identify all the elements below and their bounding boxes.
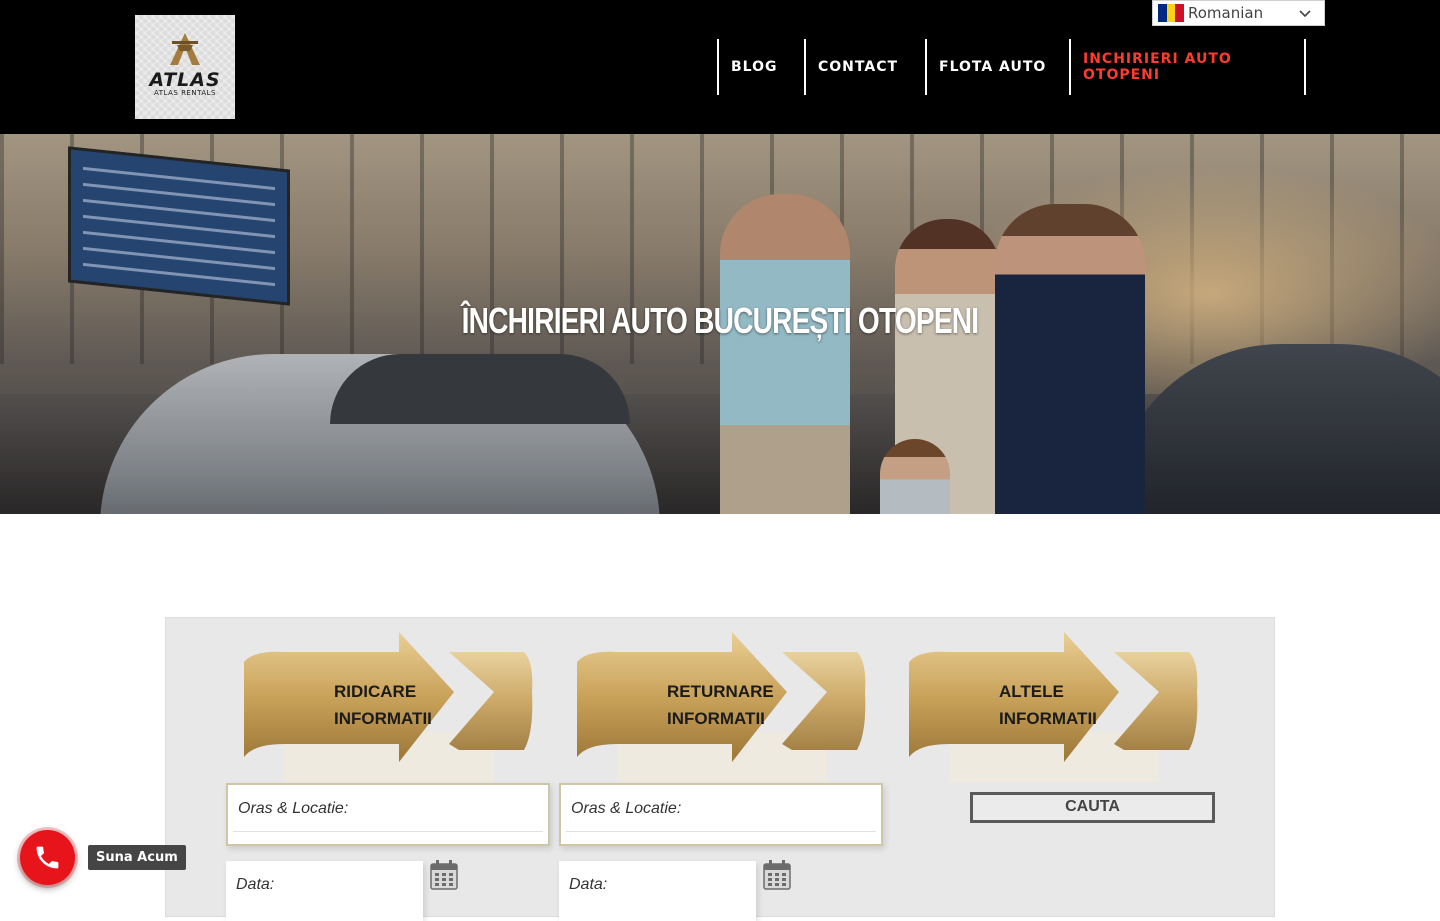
chevron-down-icon bbox=[1299, 10, 1311, 18]
nav-item-contact[interactable]: CONTACT bbox=[804, 39, 926, 95]
return-heading-line2: INFORMATII bbox=[667, 709, 765, 728]
hero-banner: ÎNCHIRIERI AUTO BUCUREȘTI OTOPENI bbox=[0, 134, 1440, 514]
search-button[interactable]: CAUTA bbox=[970, 792, 1215, 823]
pickup-heading-line2: INFORMATII bbox=[334, 709, 432, 728]
hero-title: ÎNCHIRIERI AUTO BUCUREȘTI OTOPENI bbox=[461, 300, 979, 341]
calendar-icon[interactable] bbox=[430, 860, 458, 890]
field-underline bbox=[233, 831, 543, 832]
phone-icon bbox=[36, 846, 59, 869]
pickup-info-ribbon: RIDICARE INFORMATII bbox=[244, 632, 544, 784]
pickup-date-field[interactable]: Data: bbox=[226, 861, 423, 921]
nav-item-inchirieri-auto-otopeni[interactable]: INCHIRIERI AUTO OTOPENI bbox=[1069, 39, 1306, 95]
logo-name: ATLAS bbox=[149, 69, 221, 91]
field-underline bbox=[566, 831, 876, 832]
calendar-icon[interactable] bbox=[763, 860, 791, 890]
nav-item-flota-auto[interactable]: FLOTA AUTO bbox=[925, 39, 1070, 95]
nav-item-blog[interactable]: BLOG bbox=[717, 39, 805, 95]
logo-subtitle: ATLAS RENTALS bbox=[154, 89, 216, 97]
call-now-label[interactable]: Suna Acum bbox=[88, 845, 186, 870]
atlas-logo[interactable]: ATLAS ATLAS RENTALS bbox=[135, 15, 235, 119]
return-heading-line1: RETURNARE bbox=[667, 682, 774, 701]
return-info-ribbon: RETURNARE INFORMATII bbox=[577, 632, 877, 784]
pickup-date-placeholder: Data: bbox=[236, 876, 275, 893]
other-info-ribbon: ALTELE INFORMATII bbox=[909, 632, 1209, 784]
return-location-field[interactable]: Oras & Locatie: bbox=[559, 783, 883, 846]
pickup-location-placeholder: Oras & Locatie: bbox=[238, 800, 349, 817]
return-location-placeholder: Oras & Locatie: bbox=[571, 800, 682, 817]
return-date-placeholder: Data: bbox=[569, 876, 608, 893]
pickup-location-field[interactable]: Oras & Locatie: bbox=[226, 783, 550, 846]
romania-flag-icon bbox=[1158, 4, 1185, 22]
booking-widget: RIDICARE INFORMATII RETURNARE INFORMATII bbox=[165, 617, 1275, 921]
call-now-button[interactable] bbox=[20, 830, 75, 885]
language-selector[interactable]: Romanian bbox=[1152, 0, 1325, 26]
pickup-heading-line1: RIDICARE bbox=[334, 682, 417, 701]
other-heading-line2: INFORMATII bbox=[999, 709, 1097, 728]
logo-mark-icon bbox=[170, 33, 200, 65]
return-date-field[interactable]: Data: bbox=[559, 861, 756, 921]
language-label: Romanian bbox=[1188, 4, 1264, 22]
other-heading-line1: ALTELE bbox=[999, 682, 1064, 701]
site-header: ATLAS ATLAS RENTALS BLOG CONTACT FLOTA A… bbox=[0, 0, 1440, 134]
